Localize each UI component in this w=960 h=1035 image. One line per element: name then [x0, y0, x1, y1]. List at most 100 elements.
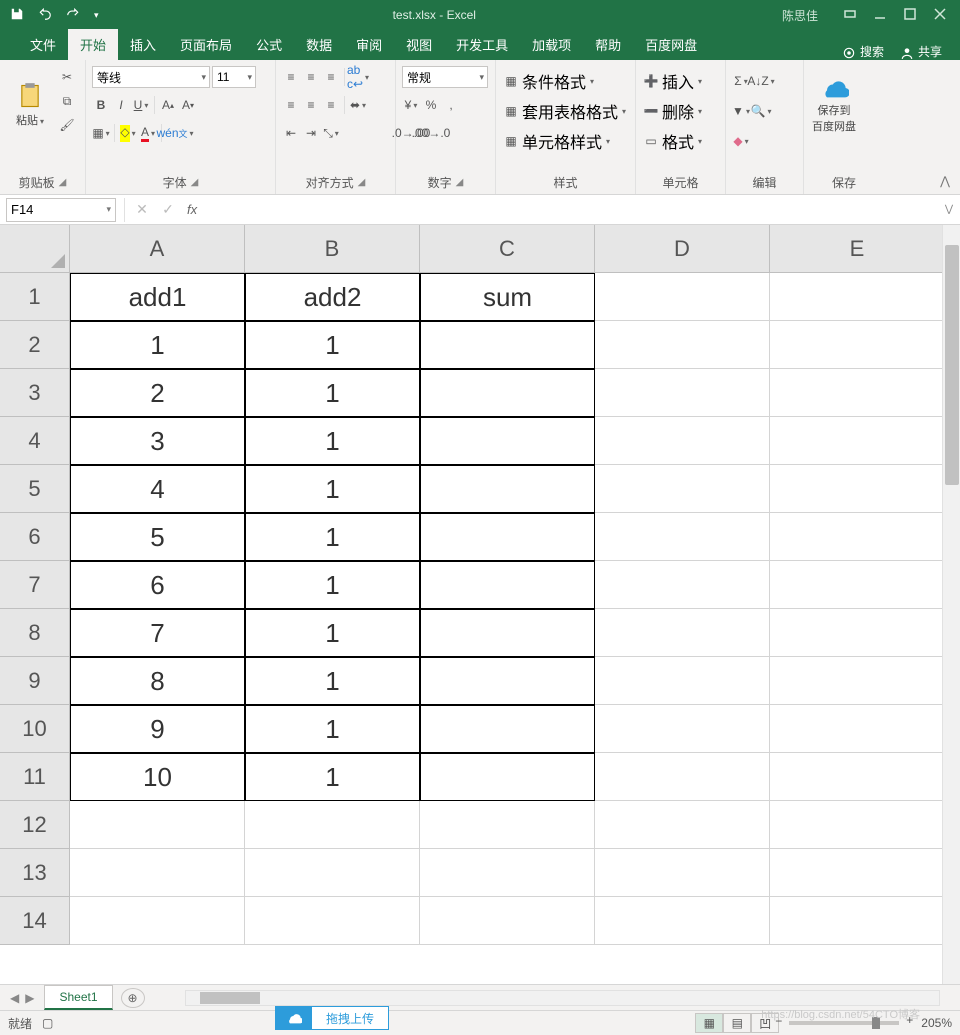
cell-D3[interactable]: [595, 369, 770, 417]
indent-dec-icon[interactable]: ⇤: [282, 124, 300, 142]
cell-E2[interactable]: [770, 321, 945, 369]
cell-B14[interactable]: [245, 897, 420, 945]
column-header-C[interactable]: C: [420, 225, 595, 273]
align-center-icon[interactable]: ≡: [302, 96, 320, 114]
tab-home[interactable]: 开始: [68, 29, 118, 60]
cell-E5[interactable]: [770, 465, 945, 513]
cell-D4[interactable]: [595, 417, 770, 465]
tab-addin[interactable]: 加载项: [520, 29, 583, 60]
cell-E8[interactable]: [770, 609, 945, 657]
fill-color-icon[interactable]: ◇: [119, 124, 137, 142]
row-header-3[interactable]: 3: [0, 369, 70, 417]
select-all-corner[interactable]: [0, 225, 70, 273]
collapse-ribbon-icon[interactable]: ⋀: [940, 174, 950, 188]
shrink-font-icon[interactable]: A▾: [179, 96, 197, 114]
cell-A8[interactable]: 7: [70, 609, 245, 657]
cell-D6[interactable]: [595, 513, 770, 561]
maximize-icon[interactable]: [904, 8, 916, 23]
new-sheet-icon[interactable]: ⊕: [121, 988, 145, 1008]
tab-formula[interactable]: 公式: [244, 29, 294, 60]
redo-icon[interactable]: [66, 7, 80, 24]
tab-help[interactable]: 帮助: [583, 29, 633, 60]
cell-B4[interactable]: 1: [245, 417, 420, 465]
indent-inc-icon[interactable]: ⇥: [302, 124, 320, 142]
column-header-D[interactable]: D: [595, 225, 770, 273]
row-header-8[interactable]: 8: [0, 609, 70, 657]
baidu-save-button[interactable]: 保存到百度网盘: [810, 64, 858, 144]
wrap-text-icon[interactable]: abc↩: [349, 68, 367, 86]
cell-B13[interactable]: [245, 849, 420, 897]
tab-dev[interactable]: 开发工具: [444, 29, 520, 60]
clear-icon[interactable]: ◆: [732, 132, 750, 150]
cell-A4[interactable]: 3: [70, 417, 245, 465]
cell-A10[interactable]: 9: [70, 705, 245, 753]
row-header-14[interactable]: 14: [0, 897, 70, 945]
grow-font-icon[interactable]: A▴: [159, 96, 177, 114]
dec-decimal-icon[interactable]: .00→.0: [422, 124, 440, 142]
row-header-13[interactable]: 13: [0, 849, 70, 897]
cell-E3[interactable]: [770, 369, 945, 417]
cell-D5[interactable]: [595, 465, 770, 513]
view-page-layout-icon[interactable]: ▤: [723, 1013, 751, 1033]
cell-D9[interactable]: [595, 657, 770, 705]
horizontal-scrollbar[interactable]: [185, 990, 940, 1006]
cell-E4[interactable]: [770, 417, 945, 465]
close-icon[interactable]: [934, 8, 946, 23]
enter-formula-icon[interactable]: ✓: [155, 201, 181, 218]
sheet-nav-next-icon[interactable]: ▶: [25, 991, 34, 1005]
cell-E6[interactable]: [770, 513, 945, 561]
cell-E11[interactable]: [770, 753, 945, 801]
fx-icon[interactable]: fx: [181, 202, 203, 217]
cell-A5[interactable]: 4: [70, 465, 245, 513]
tab-review[interactable]: 审阅: [344, 29, 394, 60]
row-header-1[interactable]: 1: [0, 273, 70, 321]
cell-A1[interactable]: add1: [70, 273, 245, 321]
cell-B9[interactable]: 1: [245, 657, 420, 705]
cut-icon[interactable]: ✂: [58, 68, 76, 86]
undo-icon[interactable]: [38, 7, 52, 24]
align-right-icon[interactable]: ≡: [322, 96, 340, 114]
format-painter-icon[interactable]: 🖌: [58, 116, 76, 134]
number-format-combo[interactable]: 常规: [402, 66, 488, 88]
cell-B11[interactable]: 1: [245, 753, 420, 801]
column-header-E[interactable]: E: [770, 225, 945, 273]
cell-B1[interactable]: add2: [245, 273, 420, 321]
ribbon-options-icon[interactable]: [844, 8, 856, 23]
cell-style-button[interactable]: ▦单元格样式: [502, 128, 610, 154]
currency-icon[interactable]: ¥: [402, 96, 420, 114]
name-box[interactable]: F14: [6, 198, 116, 222]
column-header-A[interactable]: A: [70, 225, 245, 273]
row-header-4[interactable]: 4: [0, 417, 70, 465]
cell-C12[interactable]: [420, 801, 595, 849]
bold-icon[interactable]: B: [92, 96, 110, 114]
cell-D12[interactable]: [595, 801, 770, 849]
cell-B8[interactable]: 1: [245, 609, 420, 657]
cell-A14[interactable]: [70, 897, 245, 945]
cell-A12[interactable]: [70, 801, 245, 849]
cell-D7[interactable]: [595, 561, 770, 609]
row-header-10[interactable]: 10: [0, 705, 70, 753]
cell-B2[interactable]: 1: [245, 321, 420, 369]
cell-C7[interactable]: [420, 561, 595, 609]
align-middle-icon[interactable]: ≡: [302, 68, 320, 86]
cell-C1[interactable]: sum: [420, 273, 595, 321]
cell-A9[interactable]: 8: [70, 657, 245, 705]
cell-C13[interactable]: [420, 849, 595, 897]
table-format-button[interactable]: ▦套用表格格式: [502, 98, 626, 124]
cell-E13[interactable]: [770, 849, 945, 897]
cell-E7[interactable]: [770, 561, 945, 609]
cell-C6[interactable]: [420, 513, 595, 561]
cell-B6[interactable]: 1: [245, 513, 420, 561]
tab-layout[interactable]: 页面布局: [168, 29, 244, 60]
align-bottom-icon[interactable]: ≡: [322, 68, 340, 86]
comma-icon[interactable]: ,: [442, 96, 460, 114]
cell-C8[interactable]: [420, 609, 595, 657]
cell-A6[interactable]: 5: [70, 513, 245, 561]
fill-icon[interactable]: ▼: [732, 102, 750, 120]
cell-D13[interactable]: [595, 849, 770, 897]
align-launcher-icon[interactable]: ◢: [358, 177, 366, 188]
merge-icon[interactable]: ⬌: [349, 96, 367, 114]
cell-B3[interactable]: 1: [245, 369, 420, 417]
phonetic-icon[interactable]: wén文: [166, 124, 184, 142]
cancel-formula-icon[interactable]: ✕: [129, 201, 155, 218]
